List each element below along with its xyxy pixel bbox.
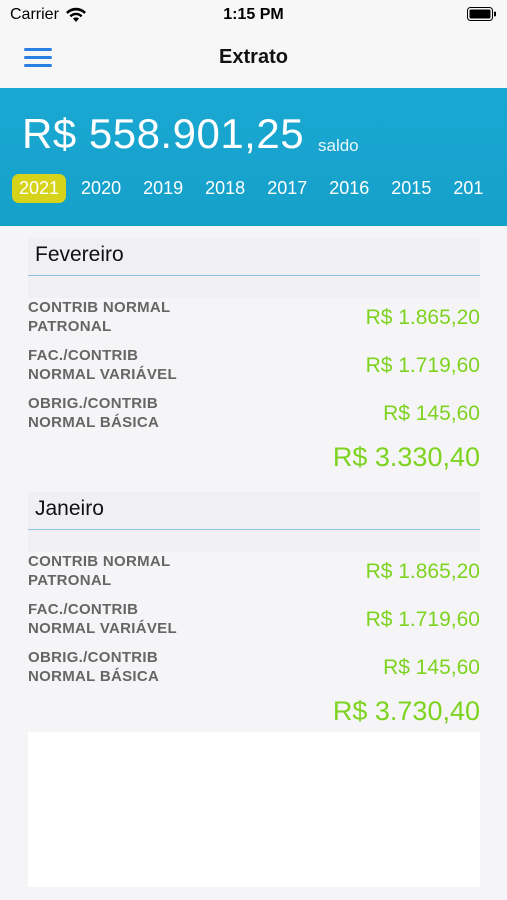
entry-label-line2: NORMAL BÁSICA xyxy=(28,668,160,685)
list-item: OBRIG./CONTRIB NORMAL BÁSICA R$ 145,60 xyxy=(28,394,480,442)
month-section: Fevereiro CONTRIB NORMAL PATRONAL R$ 1.865,… xyxy=(28,238,480,484)
year-tab-2021[interactable]: 2021 xyxy=(12,174,67,203)
balance-header: R$ 558.901,25 saldo 2021 2020 2019 2018 2017… xyxy=(0,88,507,226)
entry-label: OBRIG./CONTRIB NORMAL BÁSICA xyxy=(28,648,228,686)
year-tab-2016[interactable]: 2016 xyxy=(322,174,376,203)
year-tab-2019[interactable]: 2019 xyxy=(136,174,190,203)
entry-label: FAC./CONTRIB NORMAL VARIÁVEL xyxy=(28,600,228,638)
status-time: 1:15 PM xyxy=(223,6,284,23)
entry-label-line2: PATRONAL xyxy=(28,318,112,335)
list-item: CONTRIB NORMAL PATRONAL R$ 1.865,20 xyxy=(28,552,480,600)
list-item: FAC./CONTRIB NORMAL VARIÁVEL R$ 1.719,60 xyxy=(28,346,480,394)
entry-label-line1: FAC./CONTRIB xyxy=(28,347,139,364)
entry-label-line2: NORMAL BÁSICA xyxy=(28,414,160,431)
entry-label-line2: NORMAL VARIÁVEL xyxy=(28,620,177,637)
entry-label-line1: OBRIG./CONTRIB xyxy=(28,395,159,412)
year-tab-2018[interactable]: 2018 xyxy=(198,174,252,203)
entry-label-line1: CONTRIB NORMAL xyxy=(28,299,171,316)
balance-label: saldo xyxy=(318,136,359,155)
statement-list: Fevereiro CONTRIB NORMAL PATRONAL R$ 1.865,… xyxy=(28,238,480,746)
entry-label: FAC./CONTRIB NORMAL VARIÁVEL xyxy=(28,346,228,384)
month-header: Fevereiro xyxy=(28,238,480,276)
list-item: OBRIG./CONTRIB NORMAL BÁSICA R$ 145,60 xyxy=(28,648,480,696)
balance-amount: R$ 558.901,25 xyxy=(22,110,305,157)
entry-label-line1: CONTRIB NORMAL xyxy=(28,553,171,570)
list-item: FAC./CONTRIB NORMAL VARIÁVEL R$ 1.719,60 xyxy=(28,600,480,648)
entry-value: R$ 145,60 xyxy=(383,402,480,425)
year-tabs: 2021 2020 2019 2018 2017 2016 2015 201 xyxy=(12,174,498,203)
entry-label-line1: FAC./CONTRIB xyxy=(28,601,139,618)
entry-label: CONTRIB NORMAL PATRONAL xyxy=(28,552,228,590)
entry-value: R$ 1.719,60 xyxy=(365,354,480,377)
entry-value: R$ 1.719,60 xyxy=(365,608,480,631)
battery-icon xyxy=(467,7,496,21)
nav-bar: Extrato xyxy=(0,32,507,88)
entry-value: R$ 1.865,20 xyxy=(365,560,480,583)
entry-label-line1: OBRIG./CONTRIB xyxy=(28,649,159,666)
entry-value: R$ 1.865,20 xyxy=(365,306,480,329)
entry-label: OBRIG./CONTRIB NORMAL BÁSICA xyxy=(28,394,228,432)
page-title: Extrato xyxy=(219,46,288,68)
year-tab-2015[interactable]: 2015 xyxy=(384,174,438,203)
month-total: R$ 3.330,40 xyxy=(332,442,480,472)
status-bar: Carrier 1:15 PM xyxy=(0,0,507,32)
list-item: CONTRIB NORMAL PATRONAL R$ 1.865,20 xyxy=(28,298,480,346)
entry-label-line2: NORMAL VARIÁVEL xyxy=(28,366,177,383)
month-spacer xyxy=(28,276,480,298)
month-spacer xyxy=(28,530,480,552)
entry-label: CONTRIB NORMAL PATRONAL xyxy=(28,298,228,336)
empty-card xyxy=(28,732,480,887)
year-tab-2020[interactable]: 2020 xyxy=(74,174,128,203)
entry-label-line2: PATRONAL xyxy=(28,572,112,589)
month-section: Janeiro CONTRIB NORMAL PATRONAL R$ 1.865,20… xyxy=(28,492,480,738)
month-header: Janeiro xyxy=(28,492,480,530)
entry-value: R$ 145,60 xyxy=(383,656,480,679)
year-tab-201[interactable]: 201 xyxy=(446,174,490,203)
year-tab-2017[interactable]: 2017 xyxy=(260,174,314,203)
